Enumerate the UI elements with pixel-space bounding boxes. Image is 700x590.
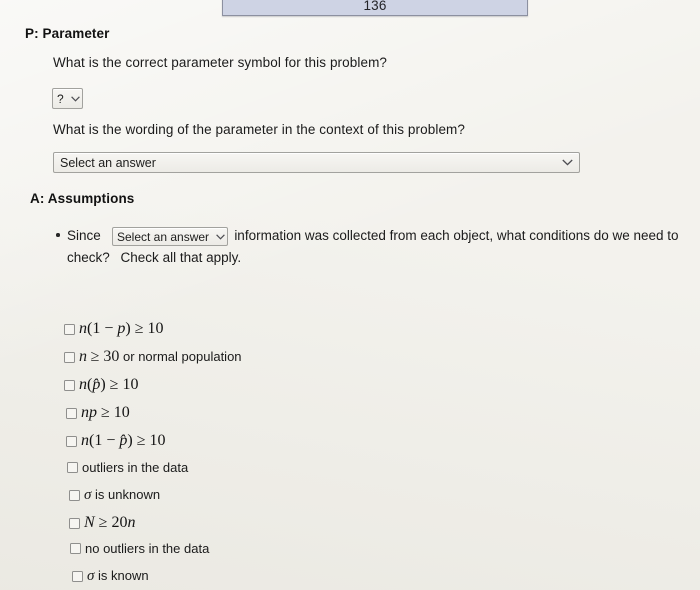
checkbox-box[interactable]	[69, 517, 80, 529]
checkbox-label: σ is known	[87, 568, 149, 584]
checkbox-box[interactable]	[66, 407, 77, 419]
parameter-symbol-select[interactable]: ?	[52, 88, 83, 109]
checkbox-label: outliers in the data	[82, 460, 189, 475]
checkbox-box[interactable]	[72, 571, 83, 582]
data-type-select-value: Select an answer	[117, 229, 210, 244]
checkbox-box[interactable]	[67, 462, 78, 473]
checkbox-box[interactable]	[69, 490, 80, 501]
parameter-section-heading: P: Parameter	[25, 26, 110, 41]
previous-answer-value: 136	[363, 0, 387, 13]
assumptions-text-after-select: information was collected from each obje…	[234, 228, 679, 243]
checkbox-option-np[interactable]: np ≥ 10	[66, 405, 130, 421]
checkbox-label: np ≥ 10	[81, 404, 130, 421]
checkbox-box[interactable]	[64, 351, 75, 363]
data-type-select[interactable]: Select an answer	[112, 227, 228, 246]
checkbox-label: N ≥ 20n	[84, 514, 136, 531]
parameter-wording-select-value: Select an answer	[60, 155, 156, 170]
checkbox-option-no-outliers[interactable]: no outliers in the data	[70, 542, 209, 555]
assumptions-line2-a: check?	[67, 250, 110, 265]
checkbox-option-N-ge-20n[interactable]: N ≥ 20n	[69, 515, 135, 531]
checkbox-box[interactable]	[66, 435, 77, 447]
quiz-page: 136 P: Parameter What is the correct par…	[0, 0, 700, 590]
assumptions-text-before-select: Since	[67, 228, 101, 243]
checkbox-option-n1-minus-phat[interactable]: n(1 − p̂) ≥ 10	[66, 433, 165, 449]
checkbox-option-outliers[interactable]: outliers in the data	[67, 461, 188, 474]
checkbox-label: n(1 − p̂) ≥ 10	[81, 432, 166, 449]
parameter-symbol-select-value: ?	[57, 91, 64, 106]
checkbox-label: n(p̂) ≥ 10	[79, 376, 139, 393]
checkbox-option-sigma-known[interactable]: σ is known	[72, 569, 149, 584]
chevron-down-icon	[213, 233, 227, 240]
chevron-down-icon	[69, 95, 82, 102]
checkbox-label: σ is unknown	[84, 487, 161, 503]
bullet-dot-icon	[56, 233, 60, 237]
checkbox-box[interactable]	[64, 323, 75, 335]
parameter-wording-prompt: What is the wording of the parameter in …	[53, 122, 466, 137]
previous-answer-field[interactable]: 136	[222, 0, 528, 16]
parameter-wording-select[interactable]: Select an answer	[53, 152, 580, 173]
checkbox-label: n(1 − p) ≥ 10	[79, 320, 164, 337]
checkbox-box[interactable]	[70, 543, 81, 554]
assumptions-line2-b: Check all that apply.	[120, 250, 242, 265]
checkbox-option-n-phat[interactable]: n(p̂) ≥ 10	[64, 377, 138, 393]
checkbox-label: no outliers in the data	[85, 541, 210, 556]
checkbox-option-sigma-unknown[interactable]: σ is unknown	[69, 488, 160, 503]
assumptions-section-heading: A: Assumptions	[30, 191, 135, 206]
assumptions-bullet-line-2: check? Check all that apply.	[67, 247, 241, 269]
checkbox-option-n-ge-30[interactable]: n ≥ 30 or normal population	[64, 349, 242, 365]
chevron-down-icon	[557, 159, 577, 166]
parameter-symbol-prompt: What is the correct parameter symbol for…	[53, 55, 388, 70]
checkbox-label: n ≥ 30 or normal population	[79, 348, 242, 365]
checkbox-option-n1-minus-p[interactable]: n(1 − p) ≥ 10	[64, 321, 163, 337]
checkbox-box[interactable]	[64, 379, 75, 391]
